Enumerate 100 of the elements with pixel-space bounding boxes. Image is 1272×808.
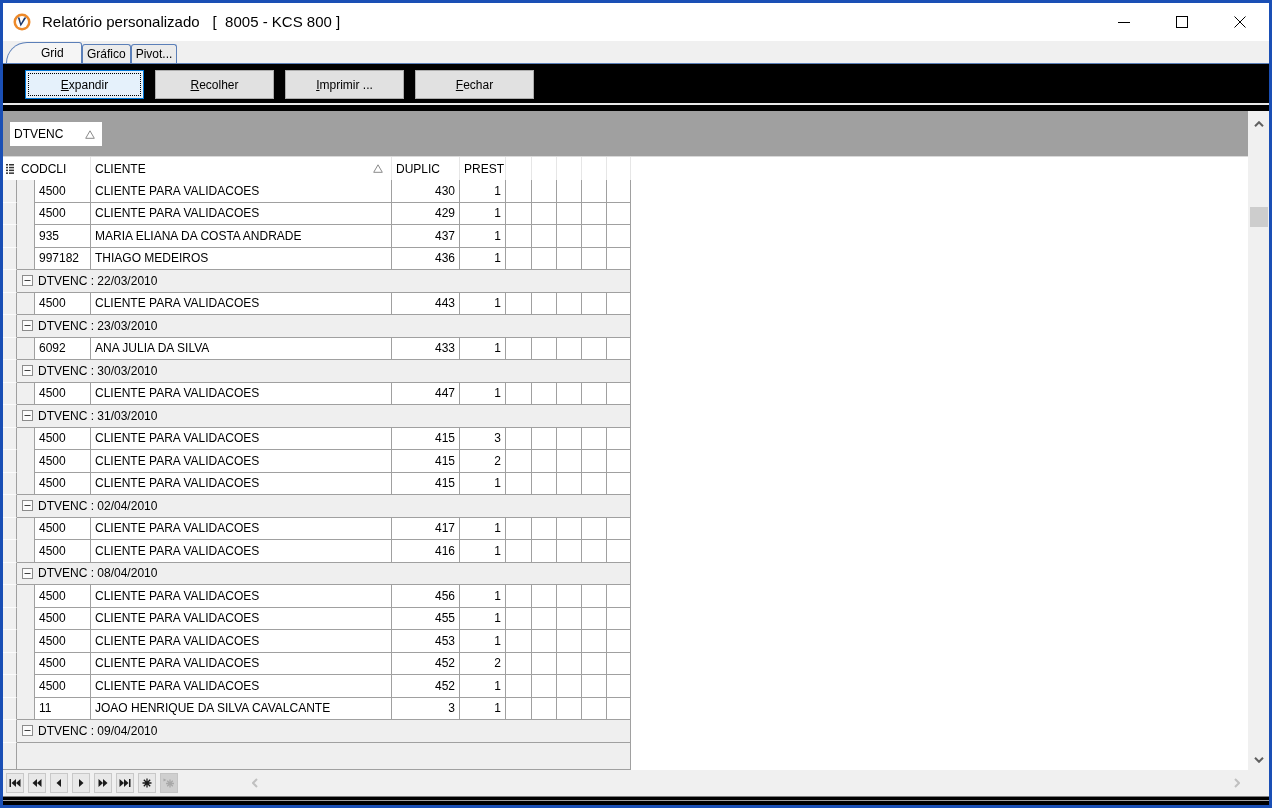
chevron-left-icon[interactable] bbox=[252, 778, 258, 788]
table-cell: 1 bbox=[460, 517, 506, 540]
table-cell: CLIENTE PARA VALIDACOES bbox=[91, 540, 392, 563]
toolbar-button[interactable]: Fechar bbox=[415, 70, 534, 99]
empty-cell bbox=[582, 585, 607, 608]
toolbar-button[interactable]: Imprimir ... bbox=[285, 70, 404, 99]
row-selector[interactable] bbox=[3, 247, 17, 270]
table-cell: 1 bbox=[460, 675, 506, 698]
group-label: DTVENC : 08/04/2010 bbox=[38, 565, 158, 583]
row-selector[interactable] bbox=[3, 585, 17, 608]
row-selector[interactable] bbox=[3, 405, 17, 428]
group-row[interactable]: DTVENC : 08/04/2010 bbox=[17, 562, 631, 585]
group-row[interactable]: DTVENC : 23/03/2010 bbox=[17, 315, 631, 338]
row-selector[interactable] bbox=[3, 360, 17, 383]
previous-record-button[interactable] bbox=[50, 773, 68, 793]
group-row[interactable]: DTVENC : 31/03/2010 bbox=[17, 405, 631, 428]
row-selector[interactable] bbox=[3, 315, 17, 338]
row-selector[interactable] bbox=[3, 180, 17, 203]
skip-first-icon bbox=[9, 778, 21, 788]
table-cell: 429 bbox=[392, 202, 460, 225]
empty-cell bbox=[532, 540, 557, 563]
row-selector[interactable] bbox=[3, 270, 17, 293]
table-cell: 4500 bbox=[35, 585, 91, 608]
collapse-icon[interactable] bbox=[22, 320, 33, 332]
collapse-icon[interactable] bbox=[22, 500, 33, 512]
row-selector[interactable] bbox=[3, 292, 17, 315]
row-selector[interactable] bbox=[3, 517, 17, 540]
table-cell: 3 bbox=[460, 427, 506, 450]
last-record-button[interactable] bbox=[116, 773, 134, 793]
tab[interactable]: Gráfico bbox=[82, 44, 131, 63]
column-header[interactable]: DUPLIC bbox=[392, 157, 460, 180]
chevron-right-icon[interactable] bbox=[1234, 778, 1240, 788]
collapse-icon[interactable] bbox=[22, 275, 33, 287]
group-label: DTVENC : 31/03/2010 bbox=[38, 407, 158, 425]
next-page-button[interactable] bbox=[94, 773, 112, 793]
first-record-button[interactable] bbox=[6, 773, 24, 793]
group-by-chip[interactable]: DTVENC bbox=[10, 122, 102, 146]
row-selector[interactable] bbox=[3, 652, 17, 675]
empty-cell bbox=[532, 180, 557, 203]
chevron-down-icon[interactable] bbox=[1253, 757, 1264, 763]
table-cell: 1 bbox=[460, 225, 506, 248]
table-cell: 415 bbox=[392, 427, 460, 450]
row-selector[interactable] bbox=[3, 720, 17, 743]
app-logo-icon bbox=[13, 13, 31, 31]
group-row[interactable]: DTVENC : 22/03/2010 bbox=[17, 270, 631, 293]
row-selector[interactable] bbox=[3, 675, 17, 698]
collapse-icon[interactable] bbox=[22, 410, 33, 422]
group-row[interactable]: DTVENC : 30/03/2010 bbox=[17, 360, 631, 383]
empty-cell bbox=[607, 630, 631, 653]
empty-cell bbox=[582, 427, 607, 450]
scroll-thumb[interactable] bbox=[1249, 207, 1268, 227]
empty-cell bbox=[557, 427, 582, 450]
previous-page-button[interactable] bbox=[28, 773, 46, 793]
group-row[interactable]: DTVENC : 09/04/2010 bbox=[17, 720, 631, 743]
table-cell: 1 bbox=[460, 607, 506, 630]
row-selector[interactable] bbox=[3, 630, 17, 653]
tab[interactable]: Pivot... bbox=[130, 44, 178, 63]
tab[interactable]: Grid bbox=[6, 42, 82, 63]
table-cell: 437 bbox=[392, 225, 460, 248]
row-selector[interactable] bbox=[3, 697, 17, 720]
row-selector[interactable] bbox=[3, 427, 17, 450]
row-selector[interactable] bbox=[3, 607, 17, 630]
empty-cell bbox=[506, 585, 532, 608]
next-record-button[interactable] bbox=[72, 773, 90, 793]
table-cell: 4500 bbox=[35, 630, 91, 653]
chevron-up-icon[interactable] bbox=[1253, 121, 1264, 127]
group-indent bbox=[17, 382, 35, 405]
row-selector[interactable] bbox=[3, 337, 17, 360]
table-cell: 417 bbox=[392, 517, 460, 540]
collapse-icon[interactable] bbox=[22, 365, 33, 377]
row-selector[interactable] bbox=[3, 495, 17, 518]
table-cell: 1 bbox=[460, 630, 506, 653]
empty-cell bbox=[532, 202, 557, 225]
table-cell: CLIENTE PARA VALIDACOES bbox=[91, 517, 392, 540]
group-row[interactable]: DTVENC : 02/04/2010 bbox=[17, 495, 631, 518]
table-cell: 453 bbox=[392, 630, 460, 653]
toolbar-button[interactable]: Expandir bbox=[25, 70, 144, 99]
row-selector[interactable] bbox=[3, 225, 17, 248]
empty-cell bbox=[506, 540, 532, 563]
row-selector[interactable] bbox=[3, 562, 17, 585]
table-cell: CLIENTE PARA VALIDACOES bbox=[91, 607, 392, 630]
group-indent bbox=[17, 427, 35, 495]
row-selector[interactable] bbox=[3, 472, 17, 495]
list-icon[interactable] bbox=[6, 163, 14, 174]
group-indent bbox=[17, 337, 35, 360]
column-header[interactable]: PREST bbox=[460, 157, 506, 180]
row-selector[interactable] bbox=[3, 202, 17, 225]
collapse-icon[interactable] bbox=[22, 567, 33, 579]
row-selector[interactable] bbox=[3, 540, 17, 563]
empty-cell bbox=[557, 180, 582, 203]
row-selector[interactable] bbox=[3, 382, 17, 405]
column-header[interactable]: CLIENTE bbox=[91, 157, 392, 180]
table-cell: 4500 bbox=[35, 607, 91, 630]
row-selector[interactable] bbox=[3, 450, 17, 473]
append-button[interactable] bbox=[138, 773, 156, 793]
empty-cell bbox=[557, 540, 582, 563]
table-cell: 415 bbox=[392, 450, 460, 473]
collapse-icon[interactable] bbox=[22, 725, 33, 737]
empty-cell bbox=[582, 540, 607, 563]
toolbar-button[interactable]: Recolher bbox=[155, 70, 274, 99]
